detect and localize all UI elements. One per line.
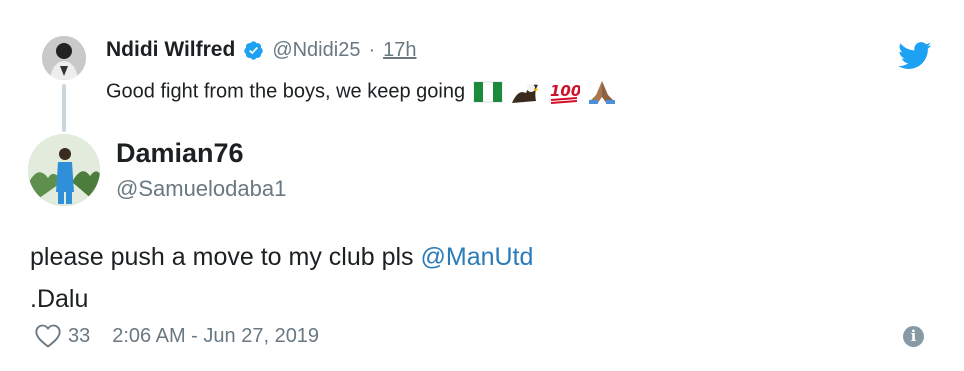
parent-tweet-time[interactable]: 17h [383, 39, 416, 62]
separator-dot: · [368, 38, 376, 61]
tweet-text-line-1: please push a move to my club pls @ManUt… [30, 236, 533, 278]
parent-author-name[interactable]: Ndidi Wilfred [106, 38, 235, 62]
parent-tweet-text-body: Good fight from the boys, we keep going [106, 80, 466, 103]
tweet-text-line-2: .Dalu [30, 285, 89, 313]
mention-link[interactable]: @ManUtd [420, 243, 533, 271]
tweet-text: please push a move to my club pls @ManUt… [30, 236, 533, 320]
info-icon[interactable]: i [903, 326, 924, 347]
twitter-logo-icon[interactable] [898, 42, 932, 70]
author-handle[interactable]: @Samuelodaba1 [116, 176, 286, 202]
parent-tweet-header: Ndidi Wilfred @Ndidi25 · 17h [106, 38, 416, 62]
hundred-points-icon: 100 [550, 82, 580, 104]
tweet-text-body: please push a move to my club pls [30, 243, 421, 271]
flag-nigeria-icon [473, 81, 503, 103]
author-name[interactable]: Damian76 [116, 138, 244, 169]
author-avatar[interactable] [28, 134, 100, 206]
thread-line [62, 84, 66, 132]
tweet-meta: 33 2:06 AM - Jun 27, 2019 [34, 322, 319, 350]
parent-author-handle[interactable]: @Ndidi25 [272, 39, 360, 62]
parent-tweet-text: Good fight from the boys, we keep going … [106, 79, 617, 105]
like-count[interactable]: 33 [68, 325, 90, 348]
verified-badge-icon [244, 40, 263, 60]
tweet-datetime[interactable]: 2:06 AM - Jun 27, 2019 [112, 325, 319, 348]
folded-hands-icon [589, 81, 616, 104]
eagle-icon [512, 84, 540, 103]
heart-icon[interactable] [34, 322, 62, 350]
parent-avatar[interactable] [42, 36, 86, 80]
